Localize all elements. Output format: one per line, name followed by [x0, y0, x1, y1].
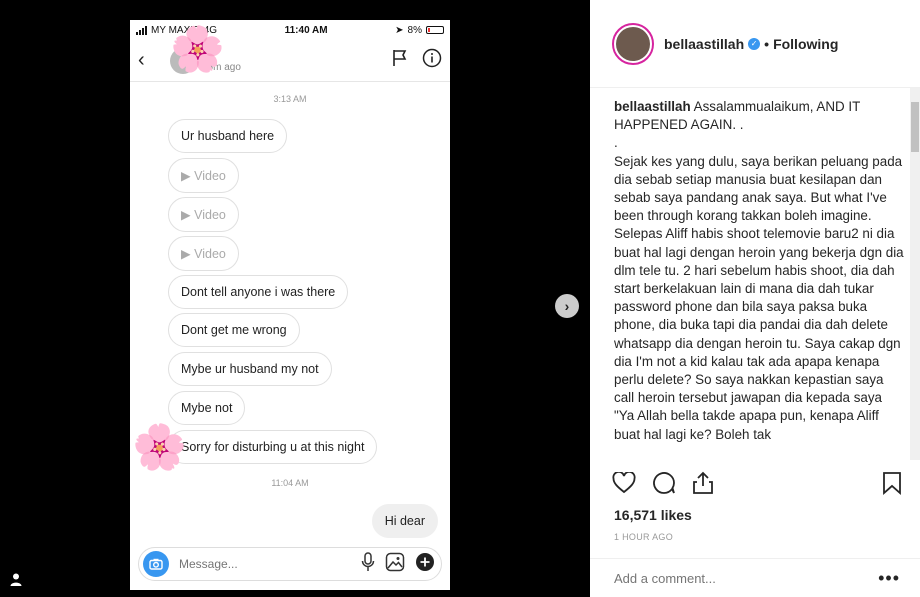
- message-input[interactable]: [179, 557, 361, 571]
- share-icon[interactable]: [692, 471, 714, 500]
- comment-input[interactable]: [614, 570, 879, 586]
- post-timestamp: 1 HOUR AGO: [614, 532, 674, 542]
- image-viewer: MY MAXIS 4G 11:40 AM ➤ 8% ‹ n 15m ago 🌸 …: [0, 0, 590, 597]
- post-actions: [612, 470, 902, 500]
- tagged-people-icon[interactable]: [10, 573, 22, 591]
- message-bubble: Ur husband here: [168, 119, 288, 153]
- battery-icon: [425, 26, 444, 34]
- avatar[interactable]: [612, 22, 654, 65]
- message-thread: 3:13 AM Ur husband here ▶ Video ▶ Video …: [130, 82, 450, 542]
- flower-sticker-icon: 🌸: [132, 423, 187, 472]
- caption-username[interactable]: bellaastillah: [614, 99, 691, 114]
- video-label: Video: [194, 208, 226, 222]
- play-icon: ▶: [181, 247, 191, 261]
- comment-icon[interactable]: [652, 471, 676, 500]
- caption-area: bellaastillah Assalammualaikum, AND IT H…: [590, 88, 920, 460]
- sent-message-bubble: Hi dear: [371, 504, 438, 538]
- thread-timestamp: 3:13 AM: [273, 94, 307, 104]
- location-icon: ➤: [395, 24, 404, 36]
- message-bubble: Sorry for disturbing u at this night: [168, 430, 378, 464]
- play-icon: ▶: [181, 169, 191, 183]
- message-bubble: Dont tell anyone i was there: [168, 275, 349, 309]
- message-bubble: Dont get me wrong: [168, 313, 300, 347]
- flower-sticker-icon: 🌸: [170, 25, 225, 74]
- likes-count[interactable]: 16,571 likes: [614, 507, 692, 523]
- message-composer: [138, 547, 442, 581]
- post-panel: bellaastillah ✓ • Following bellaastilla…: [590, 0, 920, 597]
- caption-body: Sejak kes yang dulu, saya berikan peluan…: [614, 153, 904, 442]
- caption-dot: .: [614, 135, 618, 151]
- phone-clock: 11:40 AM: [284, 24, 328, 36]
- thread-timestamp: 11:04 AM: [271, 478, 309, 488]
- video-message-bubble[interactable]: ▶ Video: [168, 236, 239, 271]
- dot-separator: •: [764, 35, 770, 52]
- post-username[interactable]: bellaastillah: [664, 36, 744, 52]
- message-bubble: Mybe ur husband my not: [168, 352, 332, 386]
- verified-badge-icon: ✓: [748, 37, 761, 50]
- scrollbar-thumb[interactable]: [911, 102, 919, 152]
- info-icon[interactable]: [422, 48, 442, 73]
- video-message-bubble[interactable]: ▶ Video: [168, 158, 239, 193]
- add-icon[interactable]: [415, 552, 435, 577]
- microphone-icon[interactable]: [361, 551, 375, 577]
- comment-bar: •••: [590, 558, 920, 597]
- following-button[interactable]: Following: [773, 36, 838, 52]
- gallery-icon[interactable]: [385, 552, 405, 577]
- battery-percent: 8%: [407, 24, 422, 36]
- caption-scrollbar[interactable]: [910, 88, 920, 460]
- message-bubble: Mybe not: [168, 391, 246, 425]
- more-options-icon[interactable]: •••: [878, 568, 900, 589]
- bookmark-icon[interactable]: [882, 471, 902, 500]
- video-label: Video: [194, 247, 226, 261]
- video-message-bubble[interactable]: ▶ Video: [168, 197, 239, 232]
- post-header: bellaastillah ✓ • Following: [590, 0, 920, 88]
- video-label: Video: [194, 169, 226, 183]
- flag-icon[interactable]: [392, 49, 408, 72]
- back-arrow-icon[interactable]: ‹: [138, 49, 158, 72]
- heart-icon[interactable]: [612, 470, 636, 499]
- dm-screenshot: MY MAXIS 4G 11:40 AM ➤ 8% ‹ n 15m ago 🌸 …: [130, 20, 450, 590]
- next-arrow-button[interactable]: ›: [555, 294, 579, 318]
- signal-icon: [136, 25, 147, 35]
- caption: bellaastillah Assalammualaikum, AND IT H…: [590, 88, 920, 444]
- play-icon: ▶: [181, 208, 191, 222]
- camera-icon[interactable]: [143, 551, 169, 577]
